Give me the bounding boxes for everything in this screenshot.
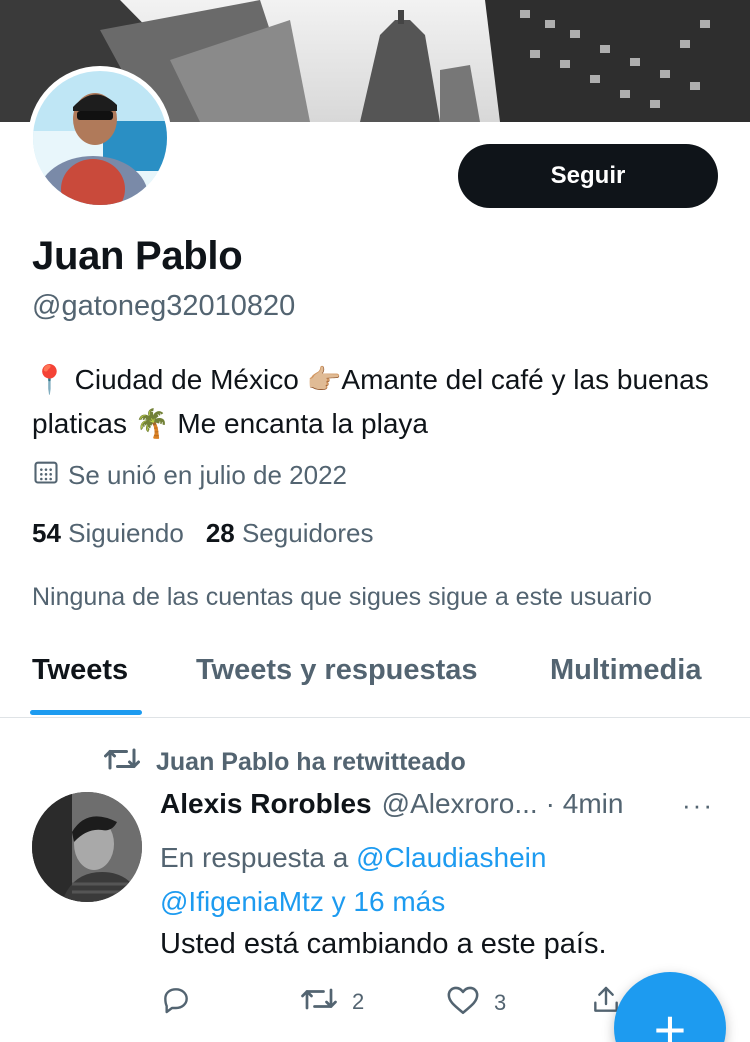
retweet-count: 2: [352, 989, 365, 1014]
retweet-context-label: Juan Pablo ha retwitteado: [156, 748, 466, 776]
retweet-icon: [300, 984, 338, 1020]
followers-link[interactable]: 28 Seguidores: [206, 518, 374, 549]
like-count: 3: [494, 990, 507, 1015]
joined-date: Se unió en julio de 2022: [32, 458, 347, 493]
profile-avatar[interactable]: [28, 66, 172, 210]
calendar-icon: [32, 458, 60, 493]
follow-button[interactable]: Seguir: [458, 144, 718, 208]
retweet-context[interactable]: Juan Pablo ha retwitteado: [104, 744, 466, 781]
reply-icon: [160, 984, 192, 1022]
followers-label: Seguidores: [241, 518, 374, 548]
mutual-followers-note: Ninguna de las cuentas que sigues sigue …: [32, 583, 652, 611]
joined-text: Se unió en julio de 2022: [68, 460, 348, 490]
like-button[interactable]: 3: [446, 984, 506, 1022]
tweet-author-name[interactable]: Alexis Rorobles: [160, 788, 372, 820]
tweet-author-handle[interactable]: @Alexroro...: [382, 788, 538, 820]
tweet-timestamp[interactable]: · 4min: [546, 788, 624, 820]
following-label: Siguiendo: [68, 518, 184, 548]
reply-more-link[interactable]: y 16 más: [332, 886, 446, 917]
avatar-photo: [33, 71, 167, 205]
tweet-text: Usted está cambiando a este país.: [160, 928, 607, 960]
active-tab-indicator: [30, 710, 142, 715]
followers-count: 28: [205, 518, 235, 548]
tab-tweets[interactable]: Tweets: [32, 654, 128, 687]
profile-tabs: Tweets Tweets y respuestas Multimedia: [0, 636, 750, 718]
tab-tweets-and-replies[interactable]: Tweets y respuestas: [196, 654, 478, 687]
following-link[interactable]: 54 Siguiendo: [32, 518, 184, 549]
following-count: 54: [32, 518, 61, 548]
reply-button[interactable]: [160, 984, 192, 1022]
tab-media[interactable]: Multimedia: [550, 654, 701, 687]
reply-user-link-2[interactable]: @IfigeniaMtz: [160, 886, 324, 917]
retweet-button[interactable]: 2: [300, 984, 364, 1020]
reply-user-link[interactable]: @Claudiashein: [356, 842, 546, 873]
reply-context: En respuesta a @Claudiashein @IfigeniaMt…: [160, 836, 720, 924]
profile-name: Juan Pablo: [32, 234, 243, 278]
follow-counts: 54 Siguiendo 28 Seguidores: [32, 518, 374, 549]
heart-icon: [446, 984, 480, 1022]
more-icon[interactable]: ···: [682, 790, 714, 821]
tweet-header: Alexis Rorobles @Alexroro... · 4min: [160, 788, 623, 820]
compose-tweet-button[interactable]: +: [614, 972, 726, 1042]
tweet-author-avatar[interactable]: [32, 792, 142, 902]
profile-bio: 📍 Ciudad de México 👉🏼Amante del café y l…: [32, 364, 709, 439]
compose-icon: +: [653, 998, 687, 1042]
reply-prefix: En respuesta a: [160, 842, 357, 873]
profile-handle: @gatoneg32010820: [32, 290, 296, 322]
retweet-icon: [104, 744, 140, 781]
